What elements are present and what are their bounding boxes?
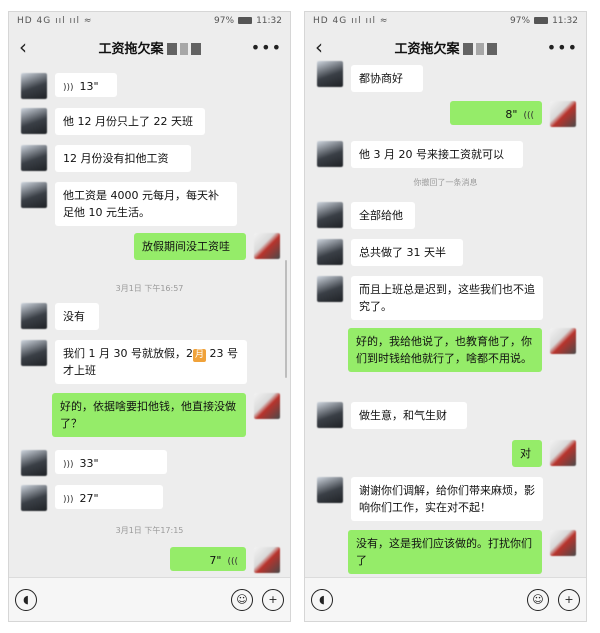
avatar[interactable] bbox=[550, 440, 576, 466]
avatar[interactable] bbox=[21, 450, 47, 476]
battery-icon bbox=[238, 17, 253, 24]
avatar[interactable] bbox=[254, 393, 280, 419]
message-list[interactable]: ))) 13" 他 12 月份只上了 22 天班 12 月份没有扣他工资 他工资是… bbox=[9, 65, 290, 577]
more-icon[interactable]: ••• bbox=[547, 38, 578, 57]
voice-icon[interactable]: ◖ bbox=[15, 588, 37, 611]
message-bubble[interactable]: 总共做了 31 天半 bbox=[351, 239, 463, 266]
voice-message[interactable]: ))) 13" bbox=[55, 73, 117, 97]
message-bubble[interactable]: 没有 bbox=[55, 303, 99, 330]
avatar[interactable] bbox=[550, 101, 576, 127]
redacted-block bbox=[166, 43, 177, 55]
input-bar: ◖ ☺ + bbox=[305, 577, 586, 621]
avatar[interactable] bbox=[317, 141, 343, 167]
voice-message[interactable]: 7"((( bbox=[170, 547, 246, 571]
message-bubble[interactable]: 好的，我给他说了，也教育他了，你们到时钱给他就行了，啥都不用说。 bbox=[348, 328, 542, 372]
avatar[interactable] bbox=[254, 233, 280, 259]
message-bubble[interactable]: 对 bbox=[512, 440, 542, 467]
avatar[interactable] bbox=[317, 239, 343, 265]
avatar[interactable] bbox=[317, 61, 343, 87]
avatar[interactable] bbox=[254, 547, 280, 573]
avatar[interactable] bbox=[21, 108, 47, 134]
voice-wave-icon: ((( bbox=[523, 111, 534, 121]
chat-window-left: HD 4G ııl ııl ≈ 97% 11:32 ‹ 工资拖欠案 ••• ))… bbox=[9, 12, 290, 621]
input-bar: ◖ ☺ + bbox=[9, 577, 290, 621]
redacted-block bbox=[179, 43, 188, 55]
message-bubble[interactable]: 12 月份没有扣他工资 bbox=[55, 145, 191, 172]
more-icon[interactable]: ••• bbox=[251, 38, 282, 57]
avatar[interactable] bbox=[317, 477, 343, 503]
chevron-left-icon[interactable]: ‹ bbox=[315, 35, 335, 59]
message-bubble[interactable]: 好的，依据啥要扣他钱，他直接没做了？ bbox=[52, 393, 246, 437]
chevron-left-icon[interactable]: ‹ bbox=[19, 35, 39, 59]
emoji-icon[interactable]: ☺ bbox=[527, 588, 549, 611]
timestamp: 3月1日 下午16:57 bbox=[115, 284, 184, 293]
plus-icon[interactable]: + bbox=[262, 588, 284, 611]
signal-status: HD 4G ııl ııl ≈ bbox=[17, 15, 93, 26]
message-bubble[interactable]: 我们 1 月 30 号就放假，2 月 23 号才上班 bbox=[55, 340, 247, 384]
redacted-block bbox=[190, 43, 201, 55]
message-bubble[interactable]: 谢谢你们调解，给你们带来麻烦，影响你们工作，实在对不起！ bbox=[351, 477, 543, 521]
message-bubble[interactable]: 而且上班总是迟到，这些我们也不追究了。 bbox=[351, 276, 543, 320]
avatar[interactable] bbox=[550, 530, 576, 556]
voice-wave-icon: ((( bbox=[227, 557, 238, 567]
recall-notice: 你撤回了一条消息 bbox=[413, 178, 478, 187]
voice-message[interactable]: 8"((( bbox=[450, 101, 542, 125]
chat-header: ‹ 工资拖欠案 ••• bbox=[9, 29, 290, 65]
avatar[interactable] bbox=[21, 182, 47, 208]
message-bubble[interactable]: 他工资是 4000 元每月，每天补足他 10 元生活。 bbox=[55, 182, 237, 226]
avatar[interactable] bbox=[21, 73, 47, 99]
scrollbar[interactable] bbox=[285, 260, 287, 378]
voice-message[interactable]: ))) 27" bbox=[55, 485, 163, 509]
chat-header: ‹ 工资拖欠案 ••• bbox=[305, 29, 586, 65]
emoji-icon[interactable]: ☺ bbox=[231, 588, 253, 611]
status-bar: HD 4G ııl ııl ≈ 97% 11:32 bbox=[305, 12, 586, 29]
clock: 11:32 bbox=[552, 15, 578, 26]
chat-title: 工资拖欠案 bbox=[98, 41, 164, 57]
message-bubble[interactable]: 他 12 月份只上了 22 天班 bbox=[55, 108, 205, 135]
plus-icon[interactable]: + bbox=[558, 588, 580, 611]
avatar[interactable] bbox=[21, 303, 47, 329]
avatar[interactable] bbox=[317, 402, 343, 428]
voice-message[interactable]: ))) 33" bbox=[55, 450, 167, 474]
month-tag: 月 bbox=[192, 349, 206, 362]
avatar[interactable] bbox=[21, 485, 47, 511]
voice-icon[interactable]: ◖ bbox=[311, 588, 333, 611]
message-bubble[interactable]: 放假期间没工资哇 bbox=[134, 233, 246, 260]
battery-level: 97% bbox=[214, 15, 235, 26]
status-bar: HD 4G ııl ııl ≈ 97% 11:32 bbox=[9, 12, 290, 29]
redacted-block bbox=[475, 43, 484, 55]
voice-wave-icon: ))) bbox=[63, 83, 74, 93]
clock: 11:32 bbox=[256, 15, 282, 26]
timestamp: 3月1日 下午17:15 bbox=[115, 526, 184, 535]
battery-level: 97% bbox=[510, 15, 531, 26]
redacted-block bbox=[486, 43, 497, 55]
avatar[interactable] bbox=[21, 145, 47, 171]
chat-title: 工资拖欠案 bbox=[394, 41, 460, 57]
redacted-block bbox=[462, 43, 473, 55]
voice-wave-icon: ))) bbox=[63, 460, 74, 470]
avatar[interactable] bbox=[317, 276, 343, 302]
avatar[interactable] bbox=[317, 202, 343, 228]
message-bubble[interactable]: 他 3 月 20 号来接工资就可以 bbox=[351, 141, 523, 168]
avatar[interactable] bbox=[550, 328, 576, 354]
chat-window-right: HD 4G ııl ııl ≈ 97% 11:32 ‹ 工资拖欠案 ••• 都协… bbox=[305, 12, 586, 621]
message-bubble[interactable]: 全部给他 bbox=[351, 202, 415, 229]
message-bubble[interactable]: 都协商好 bbox=[351, 65, 423, 92]
message-bubble[interactable]: 没有，这是我们应该做的。打扰你们了 bbox=[348, 530, 542, 574]
message-list[interactable]: 都协商好 8"((( 他 3 月 20 号来接工资就可以 你撤回了一条消息 全部… bbox=[305, 61, 586, 577]
signal-status: HD 4G ııl ııl ≈ bbox=[313, 15, 389, 26]
voice-wave-icon: ))) bbox=[63, 495, 74, 505]
message-bubble[interactable]: 做生意，和气生财 bbox=[351, 402, 467, 429]
battery-icon bbox=[534, 17, 549, 24]
avatar[interactable] bbox=[21, 340, 47, 366]
